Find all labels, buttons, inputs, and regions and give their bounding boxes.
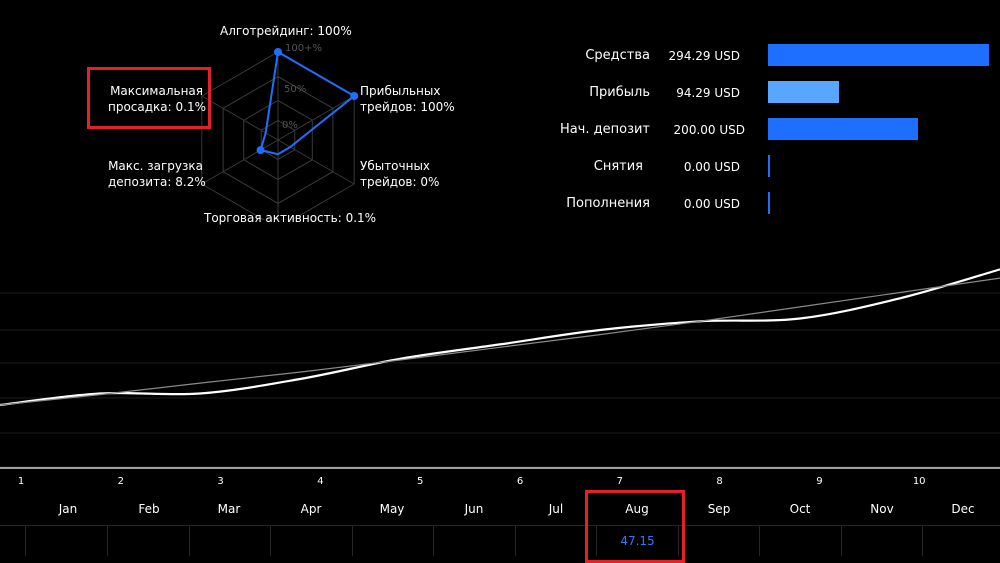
radar-label-trading-activity: Торговая активность: 0.1% (204, 211, 377, 225)
radar-scale-0: 0% (282, 120, 298, 131)
radar-label-algotrading: Алготрейдинг: 100% (220, 24, 352, 38)
month-value-jul[interactable] (515, 526, 596, 556)
radar-label-deposit-load: Макс. загрузка депозита: 8.2% (108, 159, 206, 189)
radar-grid (201, 51, 355, 220)
radar-point-4 (256, 146, 265, 155)
month-may[interactable]: May (380, 502, 405, 516)
x-tick-10: 10 (912, 476, 926, 487)
balance-line (0, 268, 1000, 407)
month-nov[interactable]: Nov (870, 502, 893, 516)
highlight-drawdown (87, 67, 211, 129)
month-value-jan[interactable] (25, 526, 107, 556)
radar-point-0 (274, 48, 282, 56)
bar-label-withdrawals: Снятия (593, 159, 643, 174)
bar-value-profit: 94.29 USD (676, 86, 740, 100)
bar-value-deposits: 0.00 USD (683, 197, 740, 211)
month-value-apr[interactable] (270, 526, 352, 556)
x-tick-9: 9 (816, 476, 823, 487)
month-jan[interactable]: Jan (59, 502, 78, 516)
x-tick-2: 2 (117, 476, 124, 487)
radar-scale-50: 50% (284, 84, 306, 95)
bar-value-withdrawals: 0.00 USD (683, 160, 740, 174)
x-tick-5: 5 (417, 476, 424, 487)
balance-line-chart (0, 268, 1000, 469)
bar-value-equity: 294.29 USD (668, 49, 740, 63)
trend-line (0, 277, 1000, 406)
bar-deposits (768, 192, 770, 214)
month-value-mar[interactable] (189, 526, 270, 556)
x-tick-8: 8 (716, 476, 723, 487)
radar-spoke-4 (201, 139, 279, 185)
month-value-may[interactable] (352, 526, 433, 556)
bar-equity (768, 44, 989, 66)
radar-chart: 100+% 50% 0% (201, 43, 359, 220)
highlight-aug (585, 490, 685, 563)
bar-initial-deposit (768, 118, 919, 140)
radar-scale-100: 100+% (285, 43, 322, 54)
x-tick-4: 4 (317, 476, 324, 487)
bar-label-initial-deposit: Нач. депозит (559, 122, 650, 137)
line-chart-grid (0, 292, 1000, 469)
radar-label-profitable-trades: Прибыльных трейдов: 100% (360, 84, 455, 114)
bar-profit (768, 81, 839, 103)
month-apr[interactable]: Apr (301, 502, 322, 516)
radar-point-1 (350, 92, 359, 100)
bar-withdrawals (768, 155, 770, 177)
x-tick-7: 7 (616, 476, 623, 487)
month-value-oct[interactable] (759, 526, 841, 556)
month-value-feb[interactable] (107, 526, 189, 556)
x-tick-6: 6 (516, 476, 524, 487)
month-sep[interactable]: Sep (708, 502, 731, 516)
month-value-jun[interactable] (433, 526, 515, 556)
month-value-sep[interactable] (678, 526, 759, 556)
month-oct[interactable]: Oct (790, 502, 811, 516)
radar-spoke-1 (277, 95, 355, 141)
month-feb[interactable]: Feb (138, 502, 159, 516)
month-dec[interactable]: Dec (951, 502, 974, 516)
radar-series (256, 48, 359, 156)
month-value-dec[interactable] (922, 526, 1000, 556)
bar-value-initial-deposit: 200.00 USD (673, 123, 745, 137)
radar-series-polygon (259, 50, 356, 156)
month-jun[interactable]: Jun (465, 502, 484, 516)
bar-label-deposits: Пополнения (566, 196, 650, 211)
month-jul[interactable]: Jul (549, 502, 563, 516)
x-tick-1: 1 (17, 476, 25, 487)
bar-label-equity: Средства (585, 48, 650, 63)
month-mar[interactable]: Mar (218, 502, 241, 516)
radar-label-losing-trades: Убыточных трейдов: 0% (360, 159, 440, 189)
bar-label-profit: Прибыль (589, 85, 650, 100)
month-value-nov[interactable] (841, 526, 922, 556)
line-chart-series (0, 268, 1000, 407)
x-tick-3: 3 (217, 476, 224, 487)
